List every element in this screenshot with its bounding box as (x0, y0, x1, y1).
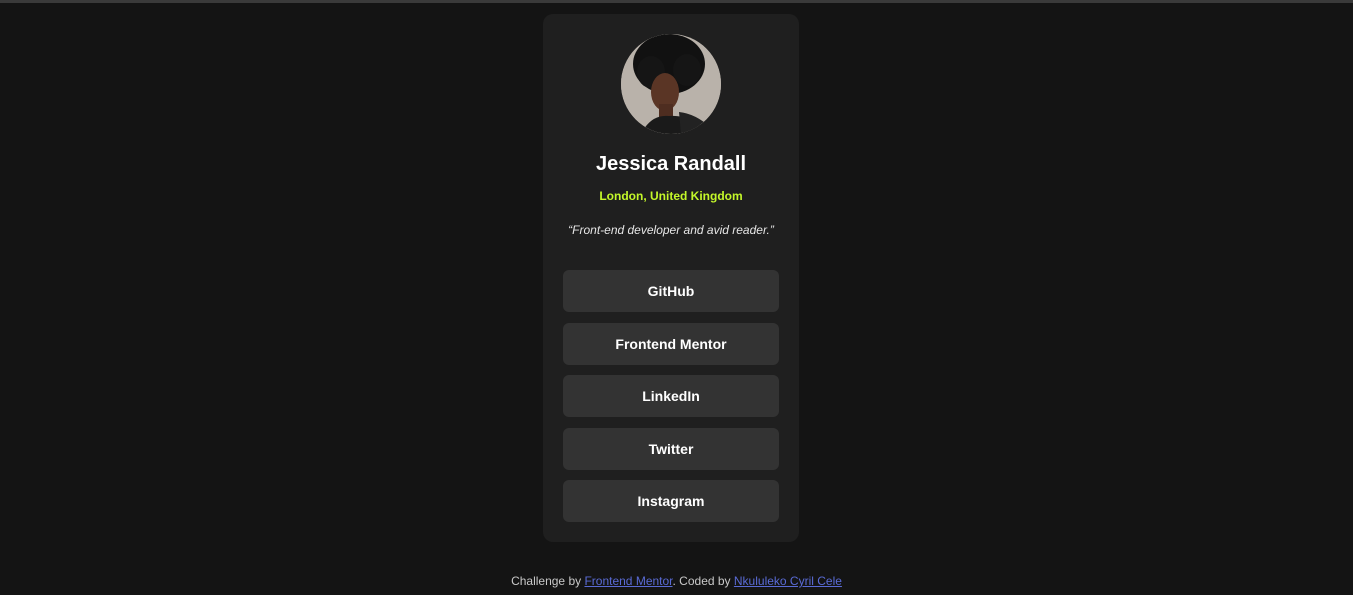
profile-bio: “Front-end developer and avid reader.” (568, 223, 774, 237)
social-links: GitHub Frontend Mentor LinkedIn Twitter … (563, 270, 779, 533)
github-link-button[interactable]: GitHub (563, 270, 779, 312)
profile-name: Jessica Randall (595, 153, 747, 175)
twitter-link-button[interactable]: Twitter (563, 427, 779, 470)
profile-card: Jessica Randall London, United Kingdom “… (543, 14, 799, 542)
attribution-prefix: Challenge by (511, 574, 585, 588)
profile-location: London, United Kingdom (599, 189, 743, 203)
attribution: Challenge by Frontend Mentor. Coded by N… (0, 574, 1353, 588)
challenge-link[interactable]: Frontend Mentor (584, 574, 672, 588)
instagram-link-button[interactable]: Instagram (563, 480, 779, 522)
attribution-middle: . Coded by (672, 574, 734, 588)
avatar (621, 34, 721, 134)
window-top-border (0, 0, 1353, 3)
frontend-mentor-link-button[interactable]: Frontend Mentor (563, 322, 779, 365)
linkedin-link-button[interactable]: LinkedIn (563, 375, 779, 417)
author-link[interactable]: Nkululeko Cyril Cele (734, 574, 842, 588)
avatar-image (621, 34, 721, 134)
